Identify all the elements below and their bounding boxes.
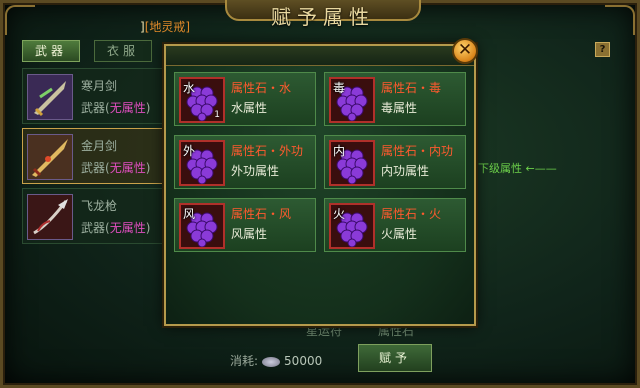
stone-title: 属性石・火 xyxy=(381,207,442,221)
stone-title: 属性石・内功 xyxy=(381,144,454,158)
grape-stone-icon: 内 xyxy=(329,140,375,186)
stone-title: 属性石・外功 xyxy=(231,144,304,158)
item-type-suffix: ) xyxy=(145,221,151,235)
stone-subtitle: 内功属性 xyxy=(381,164,430,178)
ring-name-link[interactable]: [地灵戒] xyxy=(145,20,190,34)
stone-char: 内 xyxy=(333,144,346,158)
stone-card-wind[interactable]: 风 属性石・风 风属性 xyxy=(174,198,316,252)
list-item[interactable]: 寒月剑 武器(无属性) xyxy=(22,68,172,124)
grape-stone-icon: 水 1 xyxy=(179,77,225,123)
stone-char: 火 xyxy=(333,207,346,221)
frame-corner-top-left xyxy=(5,5,35,35)
cost-value: 50000 xyxy=(284,354,323,368)
silver-icon xyxy=(262,356,281,367)
stone-char: 风 xyxy=(183,207,196,221)
assign-button[interactable]: 赋予 xyxy=(358,344,432,372)
stone-title: 属性石・风 xyxy=(231,207,292,221)
item-attr: 无属性 xyxy=(109,101,146,115)
sword-icon xyxy=(27,134,73,180)
item-attr: 无属性 xyxy=(109,161,146,175)
sword-icon xyxy=(27,74,73,120)
item-name: 寒月剑 xyxy=(81,79,118,93)
lower-attribute-hint: 下级属性 ←—— xyxy=(478,162,557,175)
tab-clothes[interactable]: 衣服 xyxy=(94,40,152,62)
list-item[interactable]: 飞龙枪 武器(无属性) xyxy=(22,188,172,244)
spear-icon xyxy=(27,194,73,240)
close-icon[interactable]: ✕ xyxy=(452,38,478,64)
stone-card-fire[interactable]: 火 属性石・火 火属性 xyxy=(324,198,466,252)
item-type-prefix: 武器( xyxy=(81,101,110,115)
equipment-list: 寒月剑 武器(无属性) 金月剑 武器(无属性) 飞龙枪 武器(无属性) xyxy=(22,68,172,248)
item-name: 飞龙枪 xyxy=(81,199,118,213)
stone-card-poison[interactable]: 毒 属性石・毒 毒属性 xyxy=(324,72,466,126)
list-item[interactable]: 金月剑 武器(无属性) xyxy=(22,128,172,184)
stone-char: 水 xyxy=(183,81,196,95)
item-type: 武器(无属性) xyxy=(81,159,150,176)
popup-header xyxy=(166,46,474,66)
attribute-stone-popup: 水 1 属性石・水 水属性 毒 属性石・毒 毒属性 外 属性石・外功 外功属性 … xyxy=(164,44,476,326)
stone-card-internal[interactable]: 内 属性石・内功 内功属性 xyxy=(324,135,466,189)
stone-subtitle: 火属性 xyxy=(381,227,418,241)
stone-card-external[interactable]: 外 属性石・外功 外功属性 xyxy=(174,135,316,189)
grape-stone-icon: 毒 xyxy=(329,77,375,123)
stone-title: 属性石・毒 xyxy=(381,81,442,95)
ring-label: ][地灵戒] xyxy=(140,18,190,35)
stone-count: 1 xyxy=(214,110,220,120)
cost-label: 消耗: xyxy=(230,354,259,368)
grape-stone-icon: 外 xyxy=(179,140,225,186)
stone-subtitle: 水属性 xyxy=(231,101,268,115)
help-button[interactable]: ? xyxy=(595,42,610,57)
stone-card-water[interactable]: 水 1 属性石・水 水属性 xyxy=(174,72,316,126)
grape-stone-icon: 火 xyxy=(329,203,375,249)
item-attr: 无属性 xyxy=(109,221,146,235)
item-type-prefix: 武器( xyxy=(81,221,110,235)
stone-title: 属性石・水 xyxy=(231,81,292,95)
window-title: 赋予属性 xyxy=(225,0,421,29)
item-type-suffix: ) xyxy=(145,101,151,115)
frame-corner-top-right xyxy=(605,5,635,35)
item-type: 武器(无属性) xyxy=(81,219,150,236)
stone-subtitle: 外功属性 xyxy=(231,164,280,178)
stone-subtitle: 风属性 xyxy=(231,227,268,241)
stone-char: 毒 xyxy=(333,81,346,95)
grape-stone-icon: 风 xyxy=(179,203,225,249)
item-name: 金月剑 xyxy=(81,139,118,153)
tab-weapon[interactable]: 武器 xyxy=(22,40,80,62)
cost-display: 消耗: 50000 xyxy=(230,352,322,369)
stone-subtitle: 毒属性 xyxy=(381,101,418,115)
item-type-prefix: 武器( xyxy=(81,161,110,175)
item-type-suffix: ) xyxy=(145,161,151,175)
stone-char: 外 xyxy=(183,144,196,158)
item-type: 武器(无属性) xyxy=(81,99,150,116)
